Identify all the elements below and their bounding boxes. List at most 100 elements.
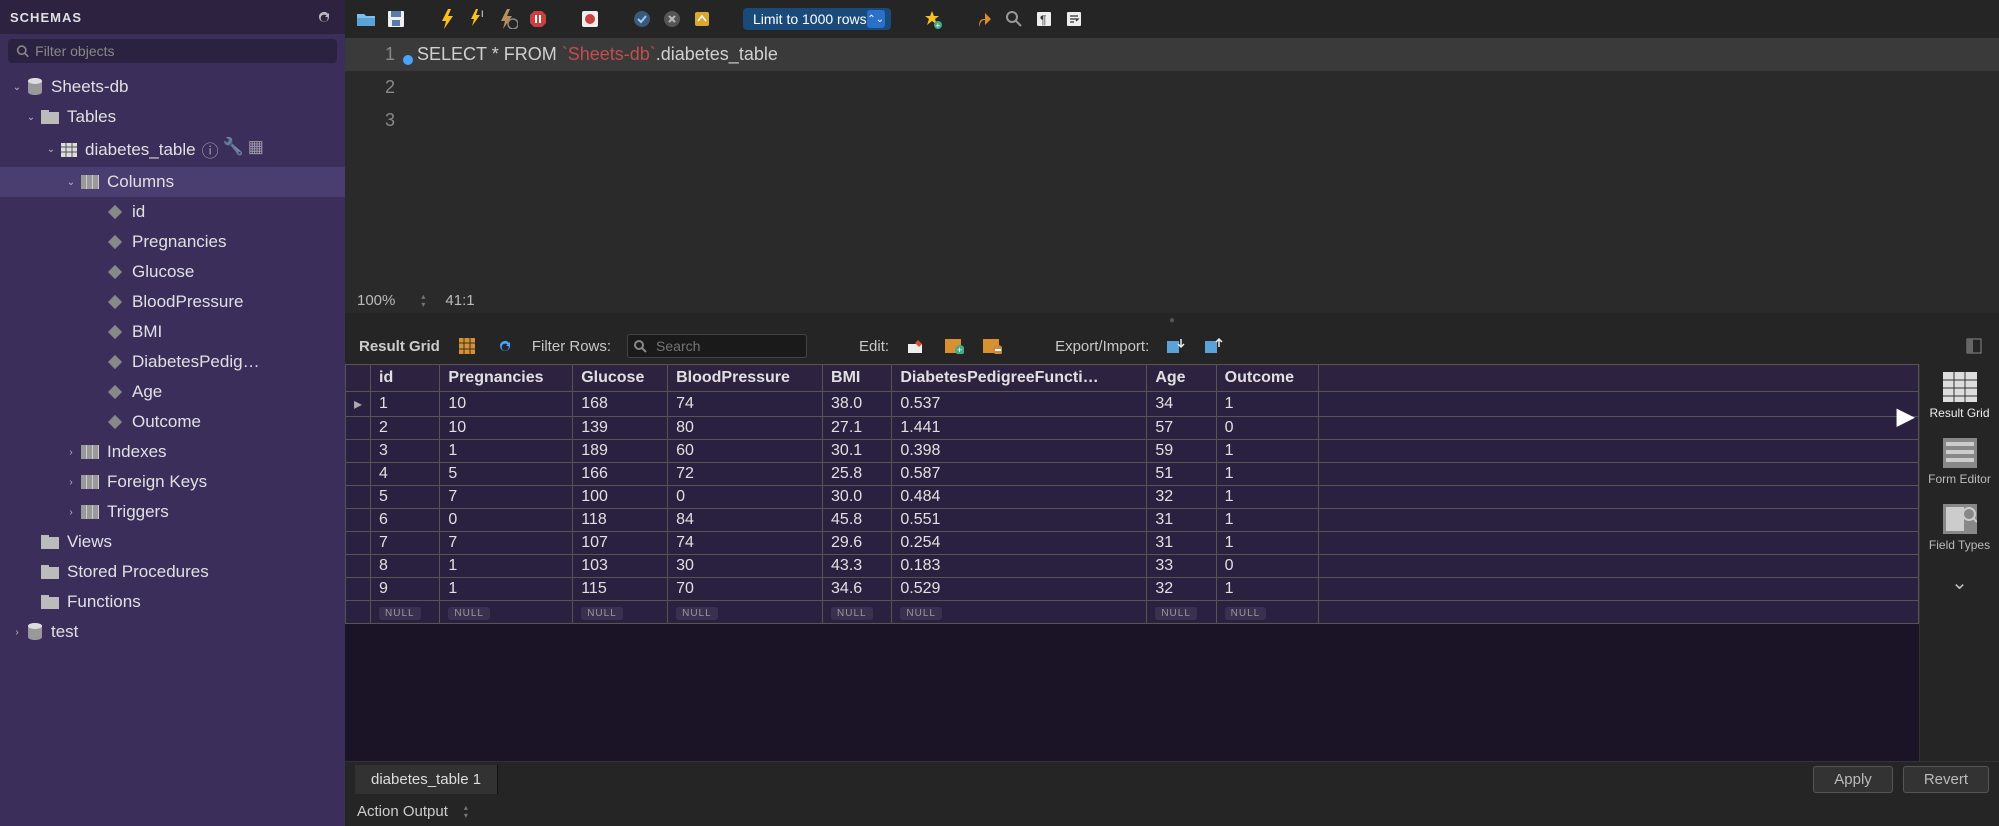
grid-cell[interactable]: 103 [573, 555, 668, 578]
save-file-icon[interactable] [385, 8, 407, 30]
row-selector[interactable] [346, 555, 371, 578]
grid-cell[interactable]: 2 [371, 417, 440, 440]
sidebar-item-Tables[interactable]: ⌄Tables [0, 102, 345, 132]
side-panel-field types[interactable]: Field Types [1929, 504, 1990, 552]
row-selector[interactable] [346, 440, 371, 463]
sidebar-column[interactable]: Outcome [0, 407, 345, 437]
grid-cell[interactable]: 0 [440, 509, 573, 532]
sidebar-section-Foreign Keys[interactable]: ›Foreign Keys [0, 467, 345, 497]
grid-cell[interactable]: 4 [371, 463, 440, 486]
grid-cell[interactable]: 84 [668, 509, 823, 532]
grid-cell[interactable]: 25.8 [823, 463, 892, 486]
grid-cell[interactable]: 1 [371, 392, 440, 417]
execute-icon[interactable] [437, 8, 459, 30]
column-header[interactable]: id [371, 365, 440, 392]
edit-row-icon[interactable] [905, 335, 927, 357]
result-grid[interactable]: idPregnanciesGlucoseBloodPressureBMIDiab… [345, 364, 1919, 761]
sidebar-column[interactable]: BloodPressure [0, 287, 345, 317]
column-header[interactable]: DiabetesPedigreeFuncti… [892, 365, 1147, 392]
autocommit-icon[interactable] [691, 8, 713, 30]
sidebar-section-Triggers[interactable]: ›Triggers [0, 497, 345, 527]
grid-cell[interactable]: 1 [440, 578, 573, 601]
grid-cell[interactable]: 9 [371, 578, 440, 601]
grid-cell[interactable]: 5 [440, 463, 573, 486]
grid-cell[interactable]: 6 [371, 509, 440, 532]
grid-cell[interactable]: 30 [668, 555, 823, 578]
grid-cell[interactable]: 32 [1147, 486, 1216, 509]
grid-cell-null[interactable]: NULL [573, 601, 668, 624]
grid-cell[interactable]: 31 [1147, 532, 1216, 555]
column-header[interactable]: Pregnancies [440, 365, 573, 392]
grid-cell[interactable]: 43.3 [823, 555, 892, 578]
zoom-stepper[interactable]: ▴▾ [421, 294, 425, 308]
rollback-icon[interactable] [661, 8, 683, 30]
grid-cell[interactable]: 1.441 [892, 417, 1147, 440]
favorite-icon[interactable]: + [921, 8, 943, 30]
grid-cell[interactable]: 118 [573, 509, 668, 532]
grid-cell[interactable]: 7 [371, 532, 440, 555]
grid-cell[interactable]: 10 [440, 417, 573, 440]
grid-cell[interactable]: 168 [573, 392, 668, 417]
wrench-icon[interactable]: 🔧 [223, 137, 244, 162]
grid-cell-null[interactable]: NULL [1216, 601, 1318, 624]
sql-editor[interactable]: 1SELECT * FROM `Sheets-db`.diabetes_tabl… [345, 38, 1999, 288]
sidebar-column[interactable]: BMI [0, 317, 345, 347]
grid-cell[interactable]: 0.537 [892, 392, 1147, 417]
sidebar-column[interactable]: Glucose [0, 257, 345, 287]
whitespace-icon[interactable]: ¶ [1033, 8, 1055, 30]
beautify-icon[interactable] [973, 8, 995, 30]
grid-cell[interactable]: 34 [1147, 392, 1216, 417]
grid-cell[interactable]: 0.484 [892, 486, 1147, 509]
grid-cell[interactable]: 0.398 [892, 440, 1147, 463]
grid-cell-null[interactable]: NULL [371, 601, 440, 624]
grid-cell[interactable]: 1 [440, 555, 573, 578]
add-row-icon[interactable]: + [943, 335, 965, 357]
sidebar-column[interactable]: Pregnancies [0, 227, 345, 257]
grid-cell[interactable]: 100 [573, 486, 668, 509]
grid-cell[interactable]: 74 [668, 392, 823, 417]
grid-cell-null[interactable]: NULL [668, 601, 823, 624]
grid-cell[interactable]: 0 [668, 486, 823, 509]
column-header[interactable]: Outcome [1216, 365, 1318, 392]
apply-button[interactable]: Apply [1813, 766, 1893, 793]
row-selector[interactable] [346, 509, 371, 532]
execute-current-icon[interactable]: I [467, 8, 489, 30]
grid-cell[interactable]: 29.6 [823, 532, 892, 555]
grid-cell[interactable]: 59 [1147, 440, 1216, 463]
delete-row-icon[interactable] [981, 335, 1003, 357]
grid-cell[interactable]: 1 [440, 440, 573, 463]
sidebar-db-test[interactable]: ›test [0, 617, 345, 647]
sidebar-db-Sheets-db[interactable]: ⌄Sheets-db [0, 72, 345, 102]
grid-cell[interactable]: 31 [1147, 509, 1216, 532]
row-selector[interactable] [346, 532, 371, 555]
refresh-results-icon[interactable] [494, 335, 516, 357]
sidebar-column[interactable]: Age [0, 377, 345, 407]
grid-cell[interactable]: 1 [1216, 463, 1318, 486]
sidebar-column[interactable]: DiabetesPedig… [0, 347, 345, 377]
grid-cell[interactable]: 0.254 [892, 532, 1147, 555]
grid-cell[interactable]: 30.1 [823, 440, 892, 463]
grid-cell[interactable]: 45.8 [823, 509, 892, 532]
sidebar-section-Indexes[interactable]: ›Indexes [0, 437, 345, 467]
column-header[interactable]: BMI [823, 365, 892, 392]
export-icon[interactable] [1165, 335, 1187, 357]
grid-cell[interactable]: 1 [1216, 392, 1318, 417]
grid-cell[interactable]: 38.0 [823, 392, 892, 417]
row-selector[interactable] [346, 578, 371, 601]
column-header[interactable]: Age [1147, 365, 1216, 392]
result-tab[interactable]: diabetes_table 1 [355, 765, 498, 794]
toggle-icon-1[interactable] [579, 8, 601, 30]
grid-cell-null[interactable]: NULL [823, 601, 892, 624]
grid-cell[interactable]: 0.529 [892, 578, 1147, 601]
grid-cell[interactable]: 189 [573, 440, 668, 463]
grid-cell[interactable]: 72 [668, 463, 823, 486]
sidebar-item-Stored Procedures[interactable]: Stored Procedures [0, 557, 345, 587]
grid-cell-null[interactable]: NULL [1147, 601, 1216, 624]
grid-cell[interactable]: 1 [1216, 509, 1318, 532]
revert-button[interactable]: Revert [1903, 766, 1989, 793]
wrap-cell-icon[interactable] [1963, 335, 1985, 357]
refresh-icon[interactable] [313, 6, 335, 28]
row-selector[interactable] [346, 392, 371, 417]
import-icon[interactable] [1203, 335, 1225, 357]
filter-objects-input[interactable] [8, 39, 337, 63]
